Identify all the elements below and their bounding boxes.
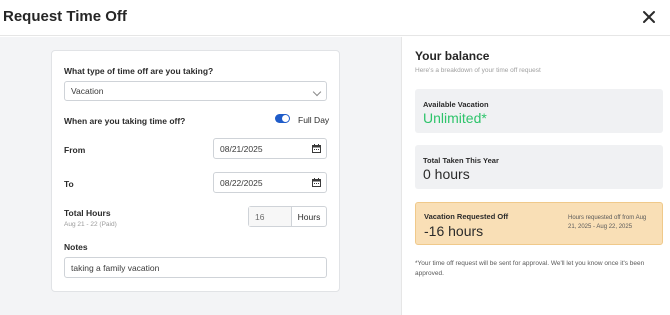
hours-unit-label: Hours <box>297 211 321 222</box>
form-area: What type of time off are you taking? Va… <box>0 37 401 315</box>
to-date-value: 08/22/2025 <box>220 177 263 188</box>
approval-footnote: *Your time off request will be sent for … <box>415 260 645 277</box>
notes-label: Notes <box>64 242 88 252</box>
available-label: Available Vacation <box>423 100 489 109</box>
from-label: From <box>64 145 86 155</box>
type-question-label: What type of time off are you taking? <box>64 66 214 76</box>
modal-title: Request Time Off <box>3 8 127 25</box>
full-day-label: Full Day <box>298 115 330 125</box>
taken-label: Total Taken This Year <box>423 156 499 165</box>
balance-title: Your balance <box>415 49 490 63</box>
requested-off-card: Vacation Requested Off -16 hours Hours r… <box>415 202 663 245</box>
available-vacation-card: Available Vacation Unlimited* <box>415 89 663 133</box>
requested-note: Hours requested off from Aug 21, 2025 - … <box>568 215 647 230</box>
type-selected-value: Vacation <box>71 86 104 96</box>
calendar-icon[interactable] <box>312 144 321 153</box>
from-date-value: 08/21/2025 <box>220 143 263 154</box>
total-taken-card: Total Taken This Year 0 hours <box>415 145 663 189</box>
to-label: To <box>64 179 74 189</box>
balance-panel: Your balance Here's a breakdown of your … <box>401 37 670 315</box>
chevron-down-icon <box>312 87 322 97</box>
requested-value: -16 hours <box>424 223 484 239</box>
total-hours-range: Aug 21 - 22 (Paid) <box>64 221 117 228</box>
time-off-type-select[interactable]: Vacation <box>64 81 327 101</box>
toggle-knob <box>282 115 289 122</box>
total-hours-label: Total Hours <box>64 208 111 218</box>
taken-value: 0 hours <box>423 166 470 182</box>
modal-header: Request Time Off <box>0 0 670 36</box>
when-question-label: When are you taking time off? <box>64 116 186 126</box>
notes-value: taking a family vacation <box>71 262 160 273</box>
full-day-toggle[interactable] <box>275 114 290 123</box>
from-date-input[interactable]: 08/21/2025 <box>213 138 327 159</box>
close-icon[interactable] <box>640 8 658 26</box>
notes-input[interactable]: taking a family vacation <box>64 257 327 278</box>
request-form-card: What type of time off are you taking? Va… <box>51 50 340 292</box>
to-date-input[interactable]: 08/22/2025 <box>213 172 327 193</box>
calendar-icon[interactable] <box>312 178 321 187</box>
total-hours-field[interactable]: 16 Hours <box>248 206 327 227</box>
balance-subtitle: Here's a breakdown of your time off requ… <box>415 67 541 74</box>
hours-value[interactable]: 16 <box>249 207 292 226</box>
available-value: Unlimited* <box>423 110 487 126</box>
requested-label: Vacation Requested Off <box>424 212 509 221</box>
